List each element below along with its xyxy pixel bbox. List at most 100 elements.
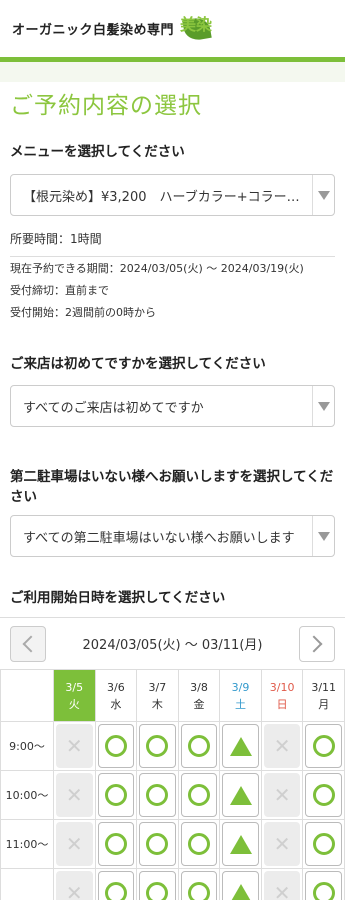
prev-week-button[interactable] — [10, 625, 46, 662]
unavailable-x-icon: ✕ — [273, 783, 291, 807]
time-label: 9:00〜 — [0, 721, 54, 771]
circle-icon — [104, 882, 127, 900]
calendar-corner — [0, 669, 54, 722]
circle-icon — [104, 784, 127, 806]
dropdown-arrow-icon[interactable] — [312, 516, 334, 556]
slot-available[interactable] — [136, 868, 179, 900]
week-range: 2024/03/05(火) 〜 03/11(月) — [82, 638, 263, 653]
slot-cell[interactable] — [139, 773, 176, 817]
site-header: オーガニック白髪染め専門 美染 — [0, 0, 345, 62]
booking-start: 受付開始：2週間前の0時から — [10, 306, 156, 319]
slot-cell[interactable] — [305, 724, 342, 768]
slot-cell[interactable] — [305, 871, 342, 900]
circle-icon — [187, 882, 210, 900]
duration-text: 所要時間：1時間 — [10, 232, 102, 246]
circle-icon — [146, 833, 169, 855]
slot-available[interactable] — [136, 770, 179, 820]
slot-cell[interactable] — [305, 822, 342, 866]
slot-available[interactable] — [94, 721, 138, 771]
circle-icon — [146, 735, 169, 757]
slot-cell[interactable] — [97, 871, 135, 900]
dropdown-arrow-icon[interactable] — [312, 386, 334, 426]
slot-available[interactable] — [94, 868, 138, 900]
page-title: ご予約内容の選択 — [10, 93, 202, 119]
circle-icon — [104, 833, 127, 855]
unavailable-x-icon: ✕ — [273, 734, 291, 758]
slot-available[interactable] — [302, 868, 345, 900]
time-row: 11:00〜 ✕ ✕ — [0, 819, 345, 869]
circle-icon — [146, 784, 169, 806]
slot-cell: ✕ — [263, 773, 301, 817]
circle-icon — [187, 784, 210, 806]
menu-select-value: 【根元染め】¥3,200 ハーブカラー+コラーゲン — [23, 189, 306, 205]
slot-cell[interactable] — [180, 822, 218, 866]
slot-few-left[interactable] — [219, 770, 262, 820]
time-row: 9:00〜 ✕ ✕ — [0, 721, 345, 771]
slot-available[interactable] — [177, 721, 221, 771]
circle-icon — [312, 735, 335, 757]
availability-calendar: 3/5 火 3/6 水 3/7 木 3/8 金 3/9 土 3/10 日 3/11 月 9:0… — [0, 669, 345, 900]
slot-available[interactable] — [302, 721, 345, 771]
slot-available[interactable] — [136, 819, 179, 869]
slot-available[interactable] — [94, 770, 138, 820]
day-header: 3/8 金 — [177, 669, 221, 722]
circle-icon — [104, 735, 127, 757]
slot-cell: ✕ — [56, 724, 93, 768]
slot-cell[interactable] — [180, 871, 218, 900]
slot-cell[interactable] — [180, 724, 218, 768]
slot-unavailable: ✕ — [260, 770, 304, 820]
slot-unavailable: ✕ — [53, 868, 96, 900]
slot-available[interactable] — [136, 721, 179, 771]
slot-unavailable: ✕ — [260, 721, 304, 771]
header-spacer — [0, 62, 345, 82]
parking-select[interactable]: すべての第二駐車場はいない様へお願いします — [10, 515, 335, 557]
triangle-icon — [229, 883, 252, 900]
day-header: 3/11 月 — [302, 669, 345, 722]
unavailable-x-icon: ✕ — [65, 832, 83, 856]
day-header: 3/9 土 — [219, 669, 262, 722]
slot-few-left[interactable] — [219, 721, 262, 771]
slot-available[interactable] — [177, 770, 221, 820]
unavailable-x-icon: ✕ — [273, 832, 291, 856]
slot-available[interactable] — [177, 819, 221, 869]
slot-cell[interactable] — [97, 773, 135, 817]
time-label: 10:00〜 — [0, 770, 54, 820]
unavailable-x-icon: ✕ — [65, 734, 83, 758]
unavailable-x-icon: ✕ — [65, 783, 83, 807]
circle-icon — [312, 833, 335, 855]
slot-cell[interactable] — [97, 724, 135, 768]
slot-few-left[interactable] — [219, 868, 262, 900]
slot-cell: ✕ — [56, 773, 93, 817]
dropdown-arrow-icon[interactable] — [312, 175, 334, 215]
first-visit-select[interactable]: すべてのご来店は初めてですか — [10, 385, 335, 427]
slot-cell[interactable] — [139, 871, 176, 900]
datetime-label: ご利用開始日時を選択してください — [10, 590, 226, 606]
calendar-header-row: 3/5 火 3/6 水 3/7 木 3/8 金 3/9 土 3/10 日 3/11 月 — [0, 669, 345, 722]
slot-available[interactable] — [94, 819, 138, 869]
slot-unavailable: ✕ — [260, 819, 304, 869]
day-header: 3/5 火 — [53, 669, 96, 722]
slot-available[interactable] — [302, 770, 345, 820]
next-week-button[interactable] — [298, 625, 335, 662]
slot-few-left[interactable] — [219, 819, 262, 869]
slot-cell[interactable] — [222, 871, 259, 900]
slot-cell[interactable] — [222, 724, 259, 768]
main-content: ご予約内容の選択 メニューを選択してください 【根元染め】¥3,200 ハーブカ… — [0, 82, 345, 617]
slot-cell[interactable] — [139, 822, 176, 866]
slot-cell[interactable] — [222, 822, 259, 866]
slot-cell: ✕ — [263, 724, 301, 768]
chevron-left-icon — [22, 635, 39, 652]
slot-cell[interactable] — [139, 724, 176, 768]
slot-available[interactable] — [302, 819, 345, 869]
slot-cell[interactable] — [305, 773, 342, 817]
circle-icon — [146, 882, 169, 900]
slot-cell[interactable] — [97, 822, 135, 866]
slot-cell[interactable] — [222, 773, 259, 817]
slot-unavailable: ✕ — [53, 770, 96, 820]
menu-select[interactable]: 【根元染め】¥3,200 ハーブカラー+コラーゲン — [10, 174, 335, 216]
week-navigation: 2024/03/05(火) 〜 03/11(月) — [0, 617, 345, 669]
slot-cell[interactable] — [180, 773, 218, 817]
parking-select-value: すべての第二駐車場はいない様へお願いします — [23, 530, 295, 546]
slot-available[interactable] — [177, 868, 221, 900]
logo[interactable]: 美染 — [178, 12, 216, 46]
